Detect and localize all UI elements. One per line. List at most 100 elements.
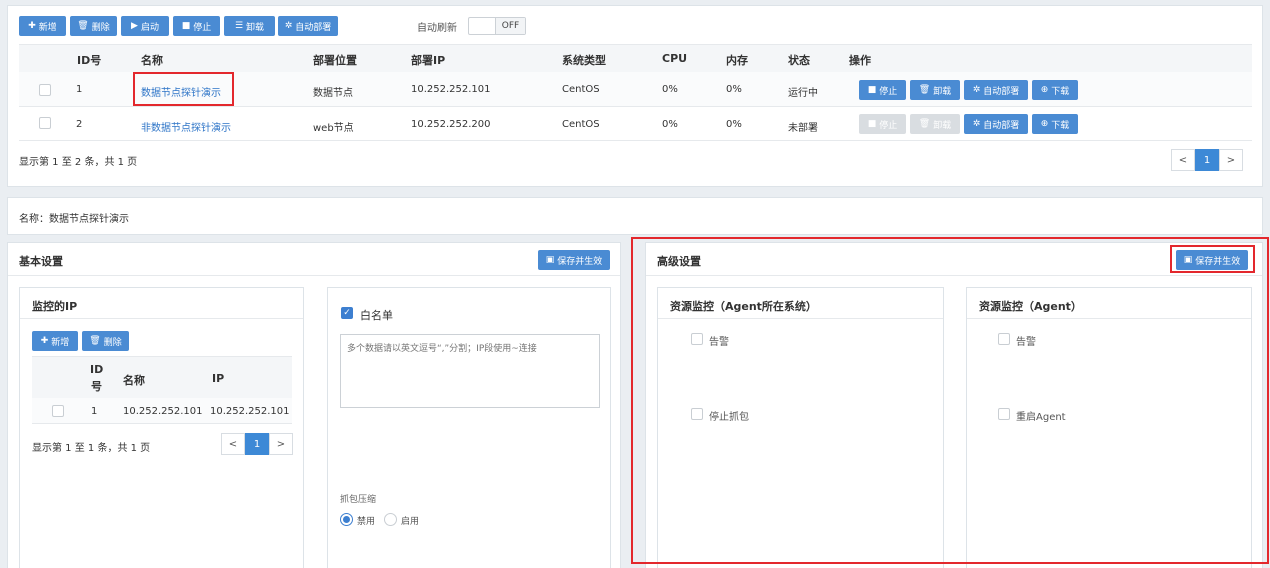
whitelist-box: ✓ 白名单 抓包压缩 禁用 启用	[327, 287, 611, 568]
radio-disable[interactable]	[340, 513, 353, 526]
row-cpu: 0%	[662, 84, 678, 95]
divider	[19, 140, 1252, 141]
row-autodeploy-button[interactable]: ✲ 自动部署	[964, 114, 1028, 134]
ip-delete-button[interactable]: 🗑 删除	[82, 331, 129, 351]
col-os: 系统类型	[562, 54, 606, 67]
ip-table-pager[interactable]: < 1 >	[221, 433, 293, 455]
row-location: web节点	[313, 123, 354, 134]
row-autodeploy-button[interactable]: ✲ 自动部署	[964, 80, 1028, 100]
stop-icon: ■	[867, 119, 877, 129]
radio-enable-label: 启用	[401, 517, 420, 527]
row-name-link[interactable]: 非数据节点探针演示	[141, 119, 231, 134]
start-button[interactable]: ▶ 启动	[121, 16, 169, 36]
row-stop-button[interactable]: ■ 停止	[859, 114, 906, 134]
pager-page[interactable]: 1	[1195, 149, 1219, 171]
basic-settings-panel: 基本设置 ▣ 保存并生效 监控的IP ✚ 新增 🗑 删除 ID 号 名称 IP 1 1…	[7, 242, 621, 568]
trash-icon: 🗑	[77, 21, 89, 31]
pager-prev[interactable]: <	[1171, 149, 1195, 171]
radio-dot	[343, 516, 350, 523]
row-status: 运行中	[788, 88, 818, 99]
name-bar: 名称：数据节点探针演示	[7, 197, 1263, 235]
radio-disable-label: 禁用	[357, 517, 376, 527]
gear-icon: ✲	[972, 119, 981, 129]
selected-name: 名称：数据节点探针演示	[19, 214, 129, 225]
row-os: CentOS	[562, 84, 600, 95]
radio-enable[interactable]	[384, 513, 397, 526]
stop-icon: ■	[181, 21, 191, 31]
stop-button[interactable]: ■ 停止	[173, 16, 220, 36]
highlight-box	[631, 237, 1269, 564]
row-checkbox[interactable]	[39, 84, 51, 96]
trash-icon: 🗑	[89, 336, 101, 346]
row-mem: 0%	[726, 119, 742, 130]
whitelist-checkbox[interactable]: ✓	[341, 307, 353, 319]
autodeploy-button[interactable]: ✲ 自动部署	[278, 16, 338, 36]
download-icon: ⊕	[1040, 119, 1049, 129]
whitelist-label: 白名单	[360, 309, 393, 322]
stop-icon: ■	[867, 85, 877, 95]
row-stop-button[interactable]: ■ 停止	[859, 80, 906, 100]
col-name: 名称	[141, 54, 163, 67]
col-cpu: CPU	[662, 52, 688, 65]
ip-row-ip: 10.252.252.101	[210, 406, 290, 417]
basic-settings-title: 基本设置	[19, 255, 63, 268]
row-uninstall-button[interactable]: 🗑 卸载	[910, 80, 960, 100]
ip-col-id-b: 号	[91, 380, 102, 393]
ip-add-button[interactable]: ✚ 新增	[32, 331, 78, 351]
delete-button[interactable]: 🗑 删除	[70, 16, 117, 36]
row-mem: 0%	[726, 84, 742, 95]
play-icon: ▶	[131, 21, 138, 31]
add-button[interactable]: ✚ 新增	[19, 16, 66, 36]
monitor-ip-box: 监控的IP ✚ 新增 🗑 删除 ID 号 名称 IP 1 10.252.252.10…	[19, 287, 304, 568]
pager-prev[interactable]: <	[221, 433, 245, 455]
col-location: 部署位置	[313, 54, 357, 67]
col-actions: 操作	[849, 54, 871, 67]
download-icon: ⊕	[1040, 85, 1049, 95]
gear-icon: ✲	[972, 85, 981, 95]
divider	[8, 275, 620, 276]
autorefresh-label: 自动刷新	[417, 23, 457, 34]
ip-col-name: 名称	[123, 374, 145, 387]
row-ip: 10.252.252.101	[411, 84, 491, 95]
row-checkbox[interactable]	[39, 117, 51, 129]
col-ip: 部署IP	[411, 54, 446, 67]
row-download-button[interactable]: ⊕ 下载	[1032, 114, 1078, 134]
compress-label: 抓包压缩	[340, 495, 377, 505]
autorefresh-toggle[interactable]: OFF	[468, 17, 526, 35]
divider	[19, 106, 1252, 107]
ip-row-name: 10.252.252.101	[123, 406, 203, 417]
table-header-bg	[19, 44, 1252, 72]
col-id: ID号	[77, 54, 102, 67]
highlight-box	[1170, 245, 1255, 273]
table-pager[interactable]: < 1 >	[1171, 149, 1243, 171]
table-footer: 显示第 1 至 2 条，共 1 页	[19, 157, 138, 168]
toggle-state: OFF	[495, 18, 525, 34]
ip-row-id: 1	[91, 406, 98, 417]
row-status: 未部署	[788, 123, 818, 134]
ip-col-id-a: ID	[90, 363, 104, 376]
uninstall-button[interactable]: ☰ 卸载	[224, 16, 275, 36]
row-uninstall-button[interactable]: 🗑 卸载	[910, 114, 960, 134]
row-download-button[interactable]: ⊕ 下载	[1032, 80, 1078, 100]
col-status: 状态	[788, 54, 810, 67]
ip-row-checkbox[interactable]	[52, 405, 64, 417]
row-id: 1	[76, 84, 83, 95]
list-icon: ☰	[234, 21, 244, 31]
basic-save-button[interactable]: ▣ 保存并生效	[538, 250, 610, 270]
pager-page[interactable]: 1	[245, 433, 269, 455]
plus-icon: ✚	[40, 336, 49, 346]
pager-next[interactable]: >	[1219, 149, 1243, 171]
col-mem: 内存	[726, 54, 748, 67]
trash-icon: 🗑	[918, 119, 931, 129]
trash-icon: 🗑	[918, 85, 931, 95]
whitelist-textarea[interactable]	[340, 334, 600, 408]
pager-next[interactable]: >	[269, 433, 293, 455]
row-cpu: 0%	[662, 119, 678, 130]
row-ip: 10.252.252.200	[411, 119, 491, 130]
row-location: 数据节点	[313, 88, 353, 99]
monitor-ip-title: 监控的IP	[32, 300, 78, 313]
ip-table-footer: 显示第 1 至 1 条，共 1 页	[32, 443, 151, 454]
gear-icon: ✲	[284, 21, 293, 31]
highlight-box	[133, 72, 234, 106]
ip-col-ip: IP	[212, 372, 225, 385]
